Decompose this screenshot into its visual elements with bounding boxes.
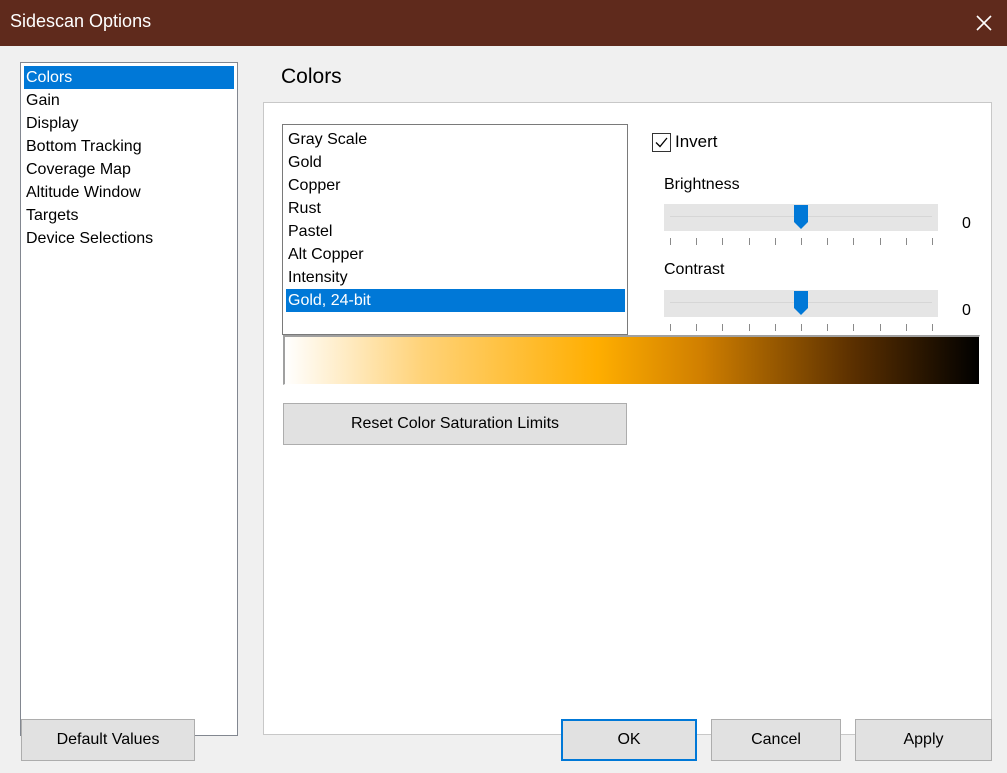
page-title: Colors <box>281 65 342 88</box>
options-category-list[interactable]: Colors Gain Display Bottom Tracking Cove… <box>20 62 238 736</box>
scheme-item-intensity[interactable]: Intensity <box>286 266 625 289</box>
close-button[interactable] <box>961 0 1007 46</box>
nav-item-gain[interactable]: Gain <box>24 89 234 112</box>
dialog-body: Colors Gain Display Bottom Tracking Cove… <box>0 46 1007 773</box>
contrast-value: 0 <box>962 302 971 319</box>
color-scheme-list[interactable]: Gray Scale Gold Copper Rust Pastel Alt C… <box>282 124 628 335</box>
slider-tick <box>827 238 829 245</box>
scheme-item-pastel[interactable]: Pastel <box>286 220 625 243</box>
contrast-slider[interactable] <box>664 290 938 317</box>
nav-item-targets[interactable]: Targets <box>24 204 234 227</box>
nav-item-bottom-tracking[interactable]: Bottom Tracking <box>24 135 234 158</box>
slider-tick <box>748 238 750 245</box>
invert-checkbox[interactable] <box>652 132 671 152</box>
scheme-item-copper[interactable]: Copper <box>286 174 625 197</box>
slider-tick <box>932 324 933 331</box>
scheme-item-alt-copper[interactable]: Alt Copper <box>286 243 625 266</box>
brightness-slider-thumb[interactable] <box>794 205 808 229</box>
slider-tick <box>879 238 881 245</box>
title-bar: Sidescan Options <box>0 0 1007 46</box>
cancel-button[interactable]: Cancel <box>711 719 841 761</box>
close-icon <box>976 15 992 31</box>
scheme-item-gray-scale[interactable]: Gray Scale <box>286 128 625 151</box>
slider-tick <box>774 238 776 245</box>
contrast-slider-thumb[interactable] <box>794 291 808 315</box>
invert-checkbox-row[interactable]: Invert <box>652 132 718 152</box>
slider-tick <box>722 238 724 245</box>
scheme-item-rust[interactable]: Rust <box>286 197 625 220</box>
slider-tick <box>827 324 829 331</box>
brightness-label: Brightness <box>664 176 740 193</box>
checkmark-icon <box>655 137 668 147</box>
slider-tick <box>879 324 881 331</box>
slider-tick <box>722 324 724 331</box>
slider-tick <box>774 324 776 331</box>
nav-item-colors[interactable]: Colors <box>24 66 234 89</box>
contrast-label: Contrast <box>664 261 725 278</box>
slider-tick <box>801 324 802 331</box>
nav-item-display[interactable]: Display <box>24 112 234 135</box>
slider-tick <box>696 238 698 245</box>
slider-tick <box>905 238 907 245</box>
invert-label: Invert <box>675 132 718 151</box>
nav-item-altitude-window[interactable]: Altitude Window <box>24 181 234 204</box>
color-gradient-preview <box>283 335 980 385</box>
slider-tick <box>932 238 933 245</box>
reset-color-saturation-button[interactable]: Reset Color Saturation Limits <box>283 403 627 445</box>
scheme-item-gold-24-bit[interactable]: Gold, 24-bit <box>286 289 625 312</box>
ok-button[interactable]: OK <box>561 719 697 761</box>
colors-panel: Gray Scale Gold Copper Rust Pastel Alt C… <box>263 102 992 735</box>
brightness-ticks <box>664 238 938 246</box>
slider-tick <box>696 324 698 331</box>
scheme-item-gold[interactable]: Gold <box>286 151 625 174</box>
slider-tick <box>853 238 855 245</box>
slider-tick <box>905 324 907 331</box>
brightness-value: 0 <box>962 215 971 232</box>
slider-tick <box>801 238 802 245</box>
nav-item-coverage-map[interactable]: Coverage Map <box>24 158 234 181</box>
nav-item-device-selections[interactable]: Device Selections <box>24 227 234 250</box>
brightness-slider[interactable] <box>664 204 938 231</box>
apply-button[interactable]: Apply <box>855 719 992 761</box>
slider-tick <box>748 324 750 331</box>
slider-tick <box>670 324 671 331</box>
window-title: Sidescan Options <box>10 11 152 31</box>
slider-tick <box>853 324 855 331</box>
contrast-ticks <box>664 324 938 332</box>
slider-tick <box>670 238 671 245</box>
default-values-button[interactable]: Default Values <box>21 719 195 761</box>
